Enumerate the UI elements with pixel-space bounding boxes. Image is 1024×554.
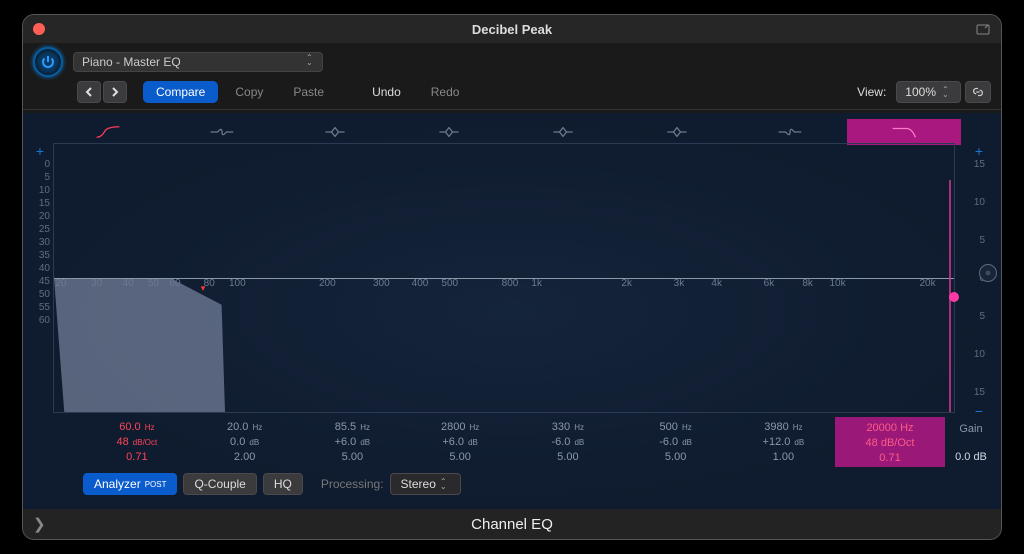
band-5-q[interactable]: 5.00 [514,451,622,463]
scale-zoom-in[interactable]: + [30,145,50,158]
power-button[interactable] [33,47,63,77]
analyzer-toggle[interactable]: AnalyzerPOST [83,473,177,495]
band-2-freq[interactable]: 20.0 Hz [191,421,299,433]
band-7-q[interactable]: 1.00 [730,451,838,463]
redo-button[interactable]: Redo [418,81,473,103]
band-3-gain[interactable]: +6.0 dB [299,436,407,448]
band-2-lowshelf-icon[interactable] [165,119,279,145]
band-8-params-highlight[interactable]: 20000 Hz 48 dB/Oct 0.71 [835,417,945,467]
toolbar-row-1: Piano - Master EQ [23,43,1001,81]
band-4-peak-icon[interactable] [392,119,506,145]
titlebar: Decibel Peak [23,15,1001,43]
band-2-q[interactable]: 2.00 [191,451,299,463]
band-8-lowpass-icon[interactable] [847,119,961,145]
nav-prev-button[interactable] [77,81,101,103]
preset-name: Piano - Master EQ [82,55,181,69]
band-1-gain[interactable]: 48 dB/Oct [83,436,191,448]
plugin-window: Decibel Peak Piano - Master EQ Compare C… [22,14,1002,540]
chevron-updown-icon [440,479,450,489]
plugin-name: Channel EQ [471,516,553,533]
band-3-freq[interactable]: 85.5 Hz [299,421,407,433]
band-5-freq[interactable]: 330 Hz [514,421,622,433]
gain-label: Gain [947,423,995,435]
band-7-highshelf-icon[interactable] [734,119,848,145]
gain-knob[interactable] [979,264,997,282]
band-2-gain[interactable]: 0.0 dB [191,436,299,448]
preset-dropdown[interactable]: Piano - Master EQ [73,52,323,72]
band-5-peak-icon[interactable] [506,119,620,145]
band-7-freq[interactable]: 3980 Hz [730,421,838,433]
chevron-updown-icon [306,55,316,65]
band-6-peak-icon[interactable] [620,119,734,145]
close-window-button[interactable] [33,23,45,35]
hq-toggle[interactable]: HQ [263,473,303,495]
band-1-q[interactable]: 0.71 [83,451,191,463]
view-zoom-dropdown[interactable]: 100% [896,81,961,103]
band-3-peak-icon[interactable] [279,119,393,145]
scale-zoom-in-right[interactable]: + [975,143,983,159]
chevron-updown-icon [942,87,952,97]
copy-button[interactable]: Copy [222,81,276,103]
processing-label: Processing: [321,477,384,491]
bottom-controls: AnalyzerPOST Q-Couple HQ Processing: Ste… [83,473,461,495]
param-row-q: 0.712.005.005.005.005.001.000.71 [83,451,945,463]
paste-button[interactable]: Paste [280,81,337,103]
preset-arrow-icon[interactable] [975,21,991,37]
nav-next-button[interactable] [103,81,127,103]
expand-chevron-icon[interactable]: ❯ [33,515,46,533]
compare-button[interactable]: Compare [143,81,218,103]
window-title: Decibel Peak [23,22,1001,37]
band-type-row [51,119,961,145]
link-button[interactable] [965,81,991,103]
highpass-fill [54,278,225,412]
eq-body: + 051015202530354045505560 + 15 10 5 0 5… [23,113,1001,509]
band-6-q[interactable]: 5.00 [622,451,730,463]
master-gain[interactable]: Gain 0.0 dB [947,423,995,463]
band-1-highpass-icon[interactable] [51,119,165,145]
band-3-q[interactable]: 5.00 [299,451,407,463]
view-label: View: [857,85,886,99]
param-row-frequency: 60.0 Hz20.0 Hz85.5 Hz2800 Hz330 Hz500 Hz… [83,421,945,433]
band-1-freq[interactable]: 60.0 Hz [83,421,191,433]
left-db-scale: + 051015202530354045505560 [30,145,50,171]
band-6-freq[interactable]: 500 Hz [622,421,730,433]
band-5-gain[interactable]: -6.0 dB [514,436,622,448]
param-row-gain: 48 dB/Oct0.0 dB+6.0 dB+6.0 dB-6.0 dB-6.0… [83,436,945,448]
band-6-gain[interactable]: -6.0 dB [622,436,730,448]
toolbar-row-2: Compare Copy Paste Undo Redo View: 100% [23,81,1001,110]
eq-graph[interactable]: ▾ 2030405060801002003004005008001k2k3k4k… [53,143,955,413]
band-7-gain[interactable]: +12.0 dB [730,436,838,448]
band-4-gain[interactable]: +6.0 dB [406,436,514,448]
q-couple-toggle[interactable]: Q-Couple [183,473,256,495]
band-4-freq[interactable]: 2800 Hz [406,421,514,433]
undo-button[interactable]: Undo [359,81,414,103]
band-8-handle[interactable] [949,292,959,302]
band-4-q[interactable]: 5.00 [406,451,514,463]
view-zoom-value: 100% [905,85,936,99]
gain-value: 0.0 dB [947,451,995,463]
footer-bar: ❯ Channel EQ [23,509,1001,539]
processing-dropdown[interactable]: Stereo [390,473,461,495]
